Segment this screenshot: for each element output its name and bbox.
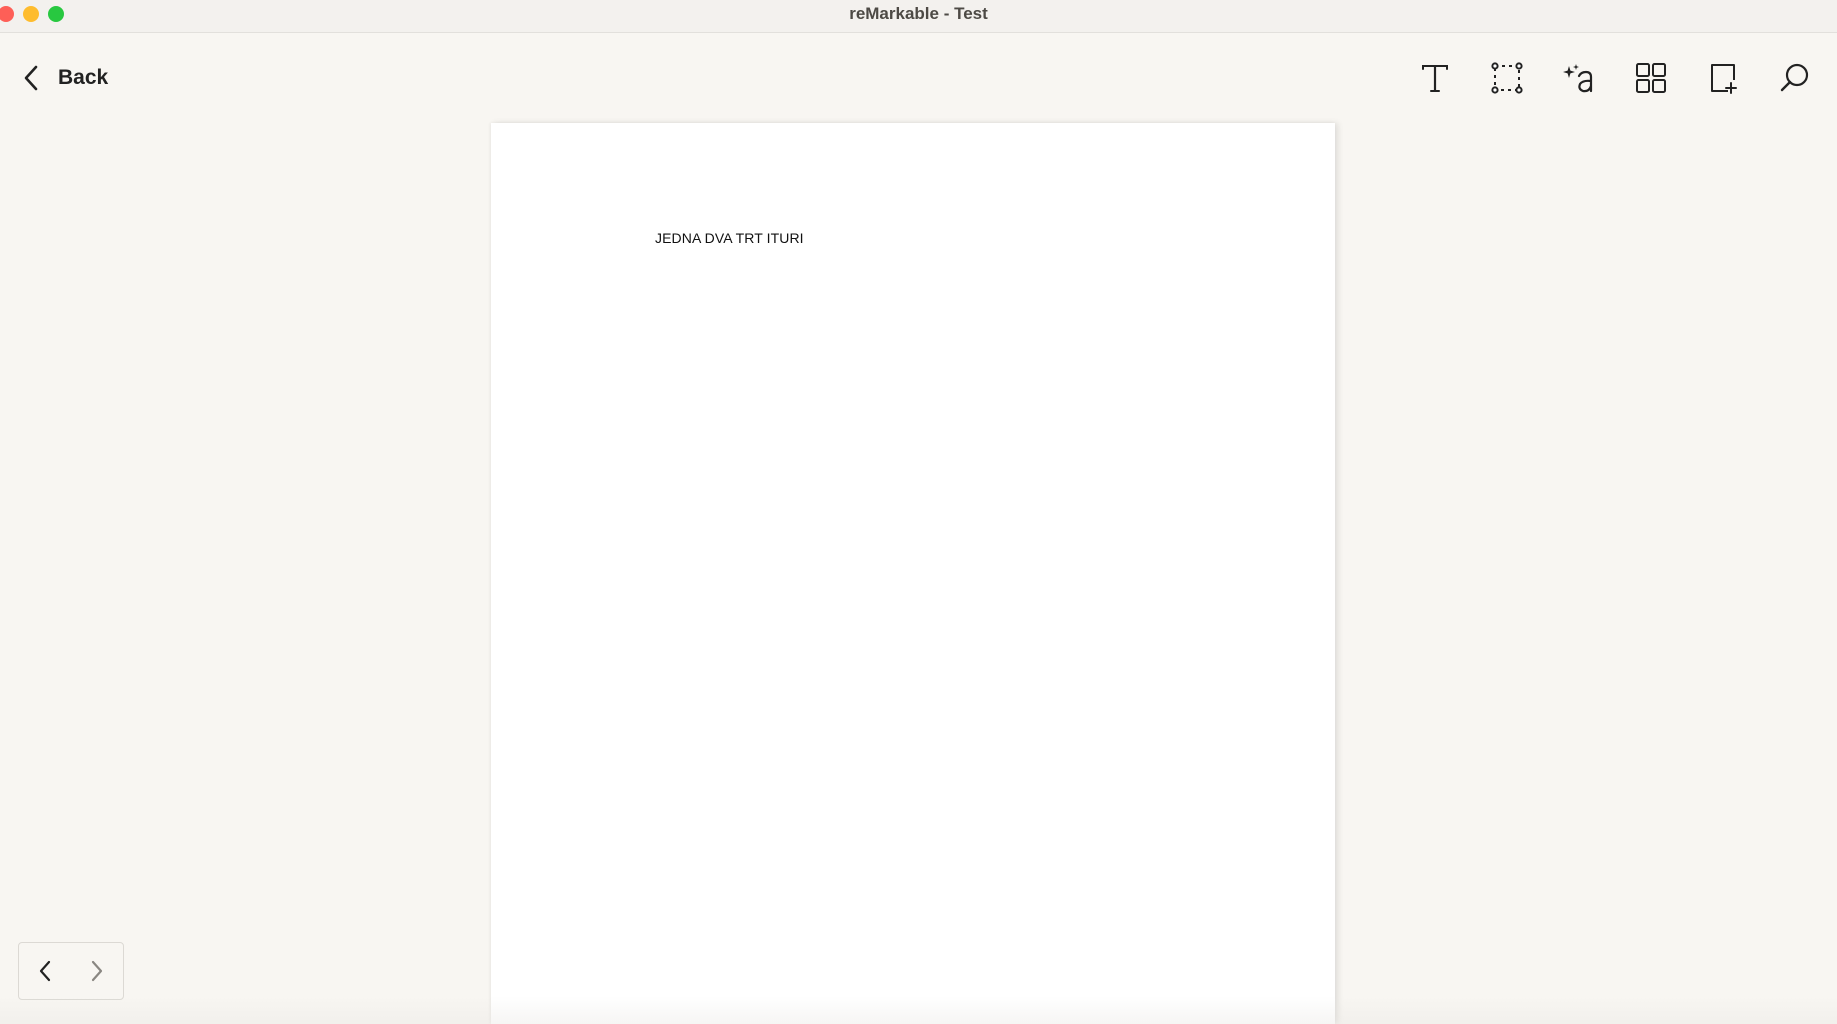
add-page-button[interactable]: [1703, 56, 1743, 100]
convert-text-button[interactable]: [1559, 56, 1599, 100]
chevron-left-icon: [39, 960, 51, 982]
page-overview-button[interactable]: [1631, 56, 1671, 100]
back-label: Back: [58, 66, 109, 89]
search-icon: [1780, 63, 1809, 92]
page-navigator: [18, 942, 124, 1000]
chevron-left-icon: [24, 65, 38, 91]
selection-tool-button[interactable]: [1487, 56, 1527, 100]
previous-page-button[interactable]: [25, 951, 65, 991]
add-page-icon: [1711, 64, 1737, 94]
document-page[interactable]: JEDNA DVA TRT ITURI: [491, 123, 1335, 1024]
grid-icon: [1636, 63, 1666, 93]
text-tool-button[interactable]: [1415, 56, 1455, 100]
app-window: reMarkable - Test Back JEDNA DVA TRT ITU…: [0, 0, 1837, 1024]
next-page-button[interactable]: [77, 951, 117, 991]
back-button[interactable]: Back: [20, 60, 108, 96]
toolbar: [1415, 56, 1815, 100]
search-button[interactable]: [1775, 56, 1815, 100]
title-bar: reMarkable - Test: [0, 0, 1837, 33]
chevron-right-icon: [91, 960, 103, 982]
text-icon: [1422, 65, 1448, 92]
sparkle-a-icon: [1563, 64, 1593, 93]
window-title: reMarkable - Test: [849, 4, 988, 23]
page-text-content: JEDNA DVA TRT ITURI: [655, 230, 804, 246]
selection-icon: [1491, 62, 1523, 94]
